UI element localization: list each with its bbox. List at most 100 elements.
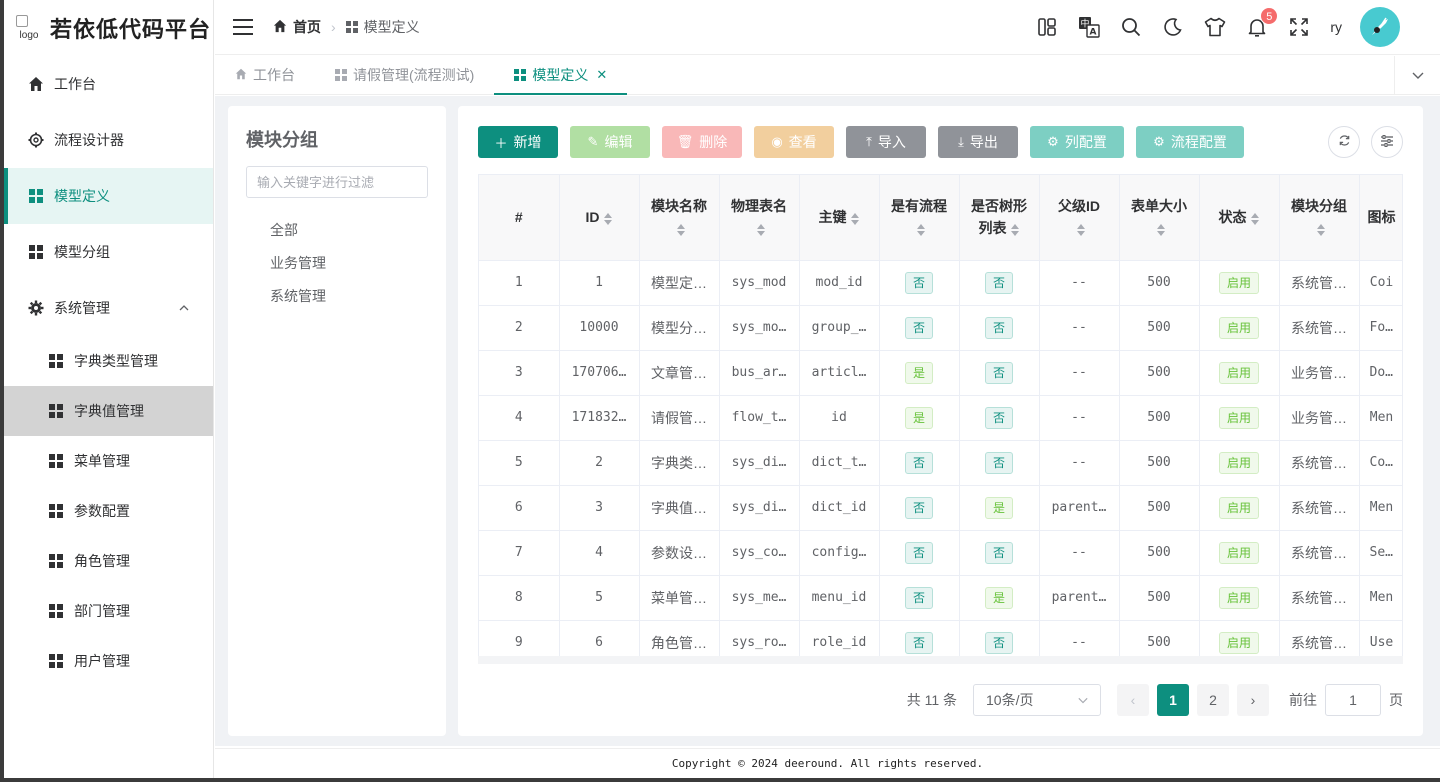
tab-workbench[interactable]: 工作台 bbox=[215, 55, 315, 94]
table-row[interactable]: 2 10000 模型分… sys_mo… group_… 否 否 -- 500 启用 系统管… Fol… bbox=[479, 305, 1402, 351]
table-row[interactable]: 1 1 模型定… sys_mod mod_id 否否 -- 500 启用 系统管… Coi bbox=[479, 260, 1402, 306]
page-number-button[interactable]: 2 bbox=[1197, 684, 1229, 716]
sidebar-item-model-group[interactable]: 模型分组 bbox=[4, 224, 213, 280]
sidebar-subitem-role[interactable]: 角色管理 bbox=[4, 536, 213, 586]
gear-icon: ⚙ bbox=[1153, 134, 1165, 149]
sidebar-subitem-dict-type[interactable]: 字典类型管理 bbox=[4, 336, 213, 386]
tabs-dropdown-button[interactable] bbox=[1394, 56, 1440, 95]
table-cell: 是 bbox=[959, 485, 1040, 531]
goto-page-input[interactable]: 1 bbox=[1325, 684, 1381, 716]
table-row[interactable]: 7 4 参数设… sys_co… config… 否 否 -- 500 启用 系统管… Sett bbox=[479, 530, 1402, 576]
sidebar-item-model-definition[interactable]: 模型定义 bbox=[4, 168, 213, 224]
table-cell: sys_di… bbox=[719, 485, 800, 531]
import-button[interactable]: ⤒ 导入 bbox=[846, 126, 926, 158]
column-header-status[interactable]: 状态 bbox=[1199, 175, 1280, 261]
table-cell: 启用 bbox=[1199, 530, 1280, 576]
delete-button-label: 删除 bbox=[699, 134, 728, 150]
column-header-module-group[interactable]: 模块分组 bbox=[1279, 175, 1360, 261]
sidebar-item-flow-designer[interactable]: 流程设计器 bbox=[4, 112, 213, 168]
table-cell: sys_mo… bbox=[719, 305, 800, 351]
sidebar-subitem-label: 角色管理 bbox=[74, 553, 130, 569]
avatar[interactable] bbox=[1360, 7, 1400, 47]
sidebar-subitem-config[interactable]: 参数配置 bbox=[4, 486, 213, 536]
yes-no-tag: 否 bbox=[904, 496, 933, 519]
table-cell: 500 bbox=[1119, 305, 1200, 351]
column-header-primary-key[interactable]: 主键 bbox=[799, 175, 880, 261]
table-cell: 1 bbox=[479, 260, 560, 306]
column-header-table-name[interactable]: 物理表名 bbox=[719, 175, 800, 261]
column-header-module-name[interactable]: 模块名称 bbox=[639, 175, 720, 261]
sidebar-item-workbench[interactable]: 工作台 bbox=[4, 56, 213, 112]
column-header-parent-id[interactable]: 父级ID bbox=[1039, 175, 1120, 261]
column-config-button[interactable]: ⚙ 列配置 bbox=[1030, 126, 1124, 158]
group-filter-input[interactable] bbox=[246, 166, 428, 198]
table-cell: 否 bbox=[959, 260, 1040, 306]
tree-node-business[interactable]: 业务管理 bbox=[270, 247, 446, 280]
prev-page-button[interactable]: ‹ bbox=[1117, 684, 1149, 716]
tab-label: 模型定义 bbox=[532, 66, 589, 83]
table-cell: 否 bbox=[879, 440, 960, 486]
flow-config-label: 流程配置 bbox=[1170, 134, 1227, 150]
horizontal-scrollbar[interactable] bbox=[478, 656, 1403, 664]
translate-icon[interactable]: 中A bbox=[1078, 16, 1101, 38]
table-cell: 启用 bbox=[1199, 440, 1280, 486]
search-icon[interactable] bbox=[1120, 16, 1142, 38]
yes-no-tag: 否 bbox=[904, 451, 933, 474]
column-header-has-flow[interactable]: 是有流程 bbox=[879, 175, 960, 261]
user-name[interactable]: ry bbox=[1330, 19, 1342, 35]
add-button[interactable]: ＋ 新增 bbox=[478, 126, 558, 158]
close-icon[interactable]: ✕ bbox=[596, 67, 607, 83]
table-cell: 500 bbox=[1119, 440, 1200, 486]
flow-config-button[interactable]: ⚙ 流程配置 bbox=[1136, 126, 1244, 158]
table-row[interactable]: 52字典类…sys_di…dict_t… 否 否 --500 启用系统管…Colle bbox=[479, 440, 1402, 486]
menu-toggle-icon[interactable] bbox=[233, 19, 253, 35]
sidebar-subitem-dept[interactable]: 部门管理 bbox=[4, 586, 213, 636]
page-number-button[interactable]: 1 bbox=[1157, 684, 1189, 716]
toolbar-right bbox=[1317, 126, 1403, 158]
moon-icon[interactable] bbox=[1162, 16, 1184, 38]
sort-icon bbox=[603, 212, 613, 225]
tree-node-system[interactable]: 系统管理 bbox=[270, 280, 446, 313]
tab-label: 工作台 bbox=[253, 66, 295, 83]
table-row[interactable]: 6 3 字典值… sys_di… dict_id 否 是 parent… 500 启用 系统管… Me… bbox=[479, 485, 1402, 531]
sort-icon bbox=[916, 223, 926, 236]
footer: Copyright © 2024 deeround. All rights re… bbox=[215, 748, 1440, 778]
table-cell: 启用 bbox=[1199, 485, 1280, 531]
table-cell: 是 bbox=[879, 395, 960, 441]
view-button[interactable]: ◉ 查看 bbox=[754, 126, 834, 158]
layout-icon[interactable] bbox=[1036, 16, 1058, 38]
logo-row: logo 若依低代码平台 bbox=[4, 0, 213, 56]
sidebar-subitem-dict-value[interactable]: 字典值管理 bbox=[4, 386, 213, 436]
column-header-is-tree[interactable]: 是否树形列表 bbox=[959, 175, 1040, 261]
column-header-form-size[interactable]: 表单大小 bbox=[1119, 175, 1200, 261]
table-cell: 参数设… bbox=[639, 530, 720, 576]
sidebar-subitem-menu[interactable]: 菜单管理 bbox=[4, 436, 213, 486]
tree-node-all[interactable]: 全部 bbox=[270, 214, 446, 247]
refresh-button[interactable] bbox=[1328, 126, 1360, 158]
edit-button[interactable]: ✎ 编辑 bbox=[570, 126, 650, 158]
fullscreen-icon[interactable] bbox=[1288, 16, 1310, 38]
column-header-id[interactable]: ID bbox=[559, 175, 640, 261]
tab-model-definition[interactable]: 模型定义 ✕ bbox=[494, 55, 628, 95]
tab-leave-management[interactable]: 请假管理(流程测试) bbox=[315, 55, 494, 94]
table-row[interactable]: 3 170706… 文章管… bus_ar… articl… 是 否 -- 500 启用 业务管… D… bbox=[479, 350, 1402, 396]
table-row[interactable]: 8 5 菜单管… sys_me… menu_id 否 是 parent… 500 启用 系统管… Me… bbox=[479, 575, 1402, 621]
table-cell: 启用 bbox=[1199, 260, 1280, 306]
sidebar-subitem-user[interactable]: 用户管理 bbox=[4, 636, 213, 686]
bell-icon[interactable]: 5 bbox=[1246, 7, 1279, 38]
table-row[interactable]: 4 171832… 请假管… flow_t… id 是 否 -- 500 启用 业务管… Men bbox=[479, 395, 1402, 441]
sidebar-item-system-management[interactable]: 系统管理 bbox=[4, 280, 213, 336]
next-page-button[interactable]: › bbox=[1237, 684, 1269, 716]
table-cell: 6 bbox=[479, 485, 560, 531]
delete-button[interactable]: 🗑 删除 bbox=[662, 126, 742, 158]
table-cell: 500 bbox=[1119, 395, 1200, 441]
table-cell: 10000 bbox=[559, 305, 640, 351]
theme-shirt-icon[interactable] bbox=[1204, 16, 1226, 38]
table-cell: Men bbox=[1359, 395, 1402, 441]
edit-icon: ✎ bbox=[587, 134, 599, 149]
column-settings-button[interactable] bbox=[1371, 126, 1403, 158]
yes-no-tag: 是 bbox=[984, 496, 1013, 519]
export-button[interactable]: ⤓ 导出 bbox=[938, 126, 1018, 158]
breadcrumb-home[interactable]: 首页 bbox=[293, 17, 321, 37]
page-size-select[interactable]: 10条/页 bbox=[973, 684, 1101, 716]
